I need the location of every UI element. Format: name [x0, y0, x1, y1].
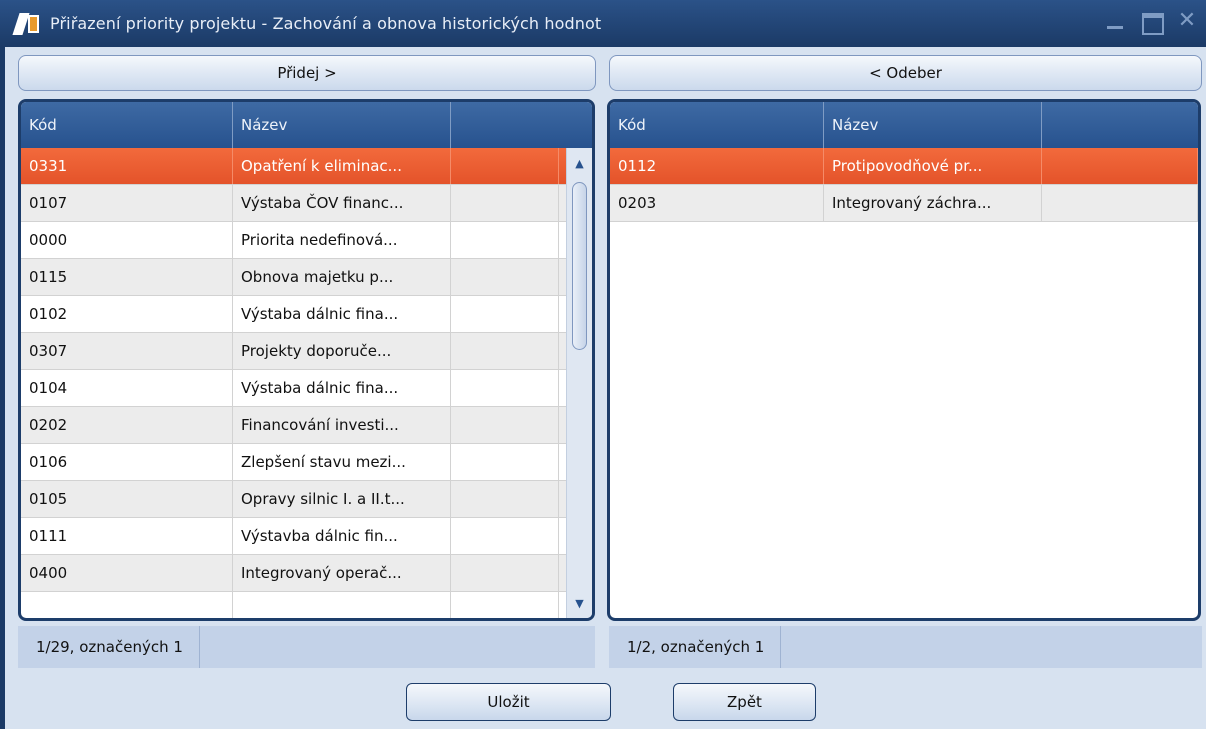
empty-cell — [451, 592, 559, 618]
table-row[interactable]: 0102 Výstaba dálnic fina... — [21, 296, 592, 333]
app-logo-icon — [12, 11, 40, 37]
empty-cell — [451, 407, 559, 443]
column-header-code[interactable]: Kód — [610, 102, 824, 148]
scroll-thumb[interactable] — [572, 182, 587, 350]
empty-cell — [451, 481, 559, 517]
column-header-code[interactable]: Kód — [21, 102, 233, 148]
name-cell: Výstaba ČOV financ... — [233, 185, 451, 221]
table-row[interactable] — [21, 592, 592, 618]
code-cell: 0115 — [21, 259, 233, 295]
window-title: Přiřazení priority projektu - Zachování … — [50, 14, 602, 33]
column-header-name[interactable]: Název — [233, 102, 451, 148]
code-cell: 0107 — [21, 185, 233, 221]
window-frame — [0, 47, 5, 729]
name-cell: Opravy silnic I. a II.t... — [233, 481, 451, 517]
name-cell: Integrovaný operač... — [233, 555, 451, 591]
code-cell: 0111 — [21, 518, 233, 554]
table-row[interactable]: 0307 Projekty doporuče... — [21, 333, 592, 370]
grid-rows: 0331 Opatření k eliminac... 0107 Výstaba ČO… — [21, 148, 592, 618]
code-cell: 0112 — [610, 148, 824, 184]
empty-cell — [451, 222, 559, 258]
assigned-priorities-grid: Kód Název 0112 Protipovodňové pr... 0203 In… — [607, 99, 1201, 621]
code-cell: 0203 — [610, 185, 824, 221]
scroll-up-icon[interactable]: ▲ — [567, 152, 592, 174]
code-cell: 0000 — [21, 222, 233, 258]
code-cell: 0102 — [21, 296, 233, 332]
table-row[interactable]: 0203 Integrovaný záchra... — [610, 185, 1198, 222]
remove-button[interactable]: < Odeber — [609, 55, 1202, 91]
empty-cell — [1042, 185, 1198, 221]
empty-cell — [1042, 148, 1198, 184]
column-header-empty[interactable] — [1042, 102, 1198, 148]
save-button[interactable]: Uložit — [406, 683, 611, 721]
name-cell: Výstaba dálnic fina... — [233, 296, 451, 332]
table-row[interactable]: 0106 Zlepšení stavu mezi... — [21, 444, 592, 481]
record-counter: 1/29, označených 1 — [18, 626, 200, 668]
grid-header: Kód Název — [21, 102, 592, 148]
maximize-icon[interactable] — [1140, 10, 1164, 35]
name-cell: Obnova majetku p... — [233, 259, 451, 295]
add-button[interactable]: Přidej > — [18, 55, 596, 91]
close-icon[interactable]: ✕ — [1176, 10, 1198, 32]
name-cell: Priorita nedefinová... — [233, 222, 451, 258]
code-cell: 0202 — [21, 407, 233, 443]
name-cell: Opatření k eliminac... — [233, 148, 451, 184]
code-cell — [21, 592, 233, 618]
title-bar: Přiřazení priority projektu - Zachování … — [0, 0, 1206, 47]
empty-cell — [451, 148, 559, 184]
right-status-bar: 1/2, označených 1 — [609, 626, 1202, 668]
table-row[interactable]: 0104 Výstaba dálnic fina... — [21, 370, 592, 407]
name-cell: Protipovodňové pr... — [824, 148, 1042, 184]
left-status-bar: 1/29, označených 1 — [18, 626, 595, 668]
table-row[interactable]: 0107 Výstaba ČOV financ... — [21, 185, 592, 222]
column-header-empty[interactable] — [451, 102, 592, 148]
available-priorities-grid: Kód Název 0331 Opatření k eliminac... 0107… — [18, 99, 595, 621]
code-cell: 0106 — [21, 444, 233, 480]
code-cell: 0104 — [21, 370, 233, 406]
scroll-down-icon[interactable]: ▼ — [567, 592, 592, 614]
code-cell: 0105 — [21, 481, 233, 517]
code-cell: 0331 — [21, 148, 233, 184]
empty-cell — [451, 555, 559, 591]
empty-cell — [451, 259, 559, 295]
code-cell: 0400 — [21, 555, 233, 591]
empty-cell — [451, 518, 559, 554]
record-counter: 1/2, označených 1 — [609, 626, 782, 668]
empty-cell — [451, 185, 559, 221]
empty-cell — [451, 333, 559, 369]
back-button[interactable]: Zpět — [673, 683, 816, 721]
name-cell: Projekty doporuče... — [233, 333, 451, 369]
table-row[interactable]: 0331 Opatření k eliminac... — [21, 148, 592, 185]
name-cell: Výstaba dálnic fina... — [233, 370, 451, 406]
table-row[interactable]: 0400 Integrovaný operač... — [21, 555, 592, 592]
table-row[interactable]: 0115 Obnova majetku p... — [21, 259, 592, 296]
grid-rows: 0112 Protipovodňové pr... 0203 Integrovaný … — [610, 148, 1198, 618]
empty-cell — [451, 444, 559, 480]
name-cell: Zlepšení stavu mezi... — [233, 444, 451, 480]
minimize-icon[interactable] — [1104, 10, 1126, 32]
vertical-scrollbar[interactable]: ▲ ▼ — [566, 148, 592, 618]
column-header-name[interactable]: Název — [824, 102, 1042, 148]
grid-header: Kód Název — [610, 102, 1198, 148]
table-row[interactable]: 0000 Priorita nedefinová... — [21, 222, 592, 259]
name-cell: Výstavba dálnic fin... — [233, 518, 451, 554]
table-row[interactable]: 0202 Financování investi... — [21, 407, 592, 444]
name-cell — [233, 592, 451, 618]
name-cell: Integrovaný záchra... — [824, 185, 1042, 221]
code-cell: 0307 — [21, 333, 233, 369]
name-cell: Financování investi... — [233, 407, 451, 443]
table-row[interactable]: 0105 Opravy silnic I. a II.t... — [21, 481, 592, 518]
table-row[interactable]: 0112 Protipovodňové pr... — [610, 148, 1198, 185]
table-row[interactable]: 0111 Výstavba dálnic fin... — [21, 518, 592, 555]
empty-cell — [451, 370, 559, 406]
empty-cell — [451, 296, 559, 332]
